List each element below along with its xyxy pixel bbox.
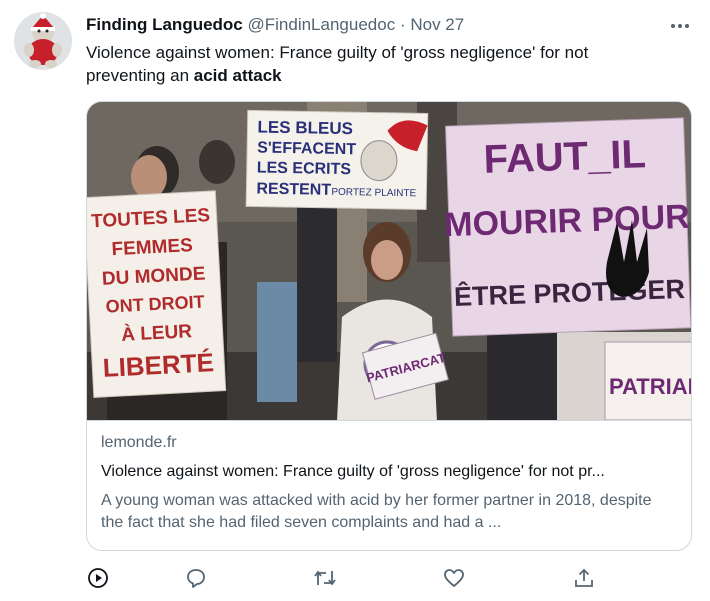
play-icon bbox=[88, 568, 108, 588]
share-icon bbox=[575, 568, 593, 587]
sign-top-line-1: LES BLEUS bbox=[257, 118, 353, 139]
like-icon bbox=[444, 569, 464, 587]
share-button[interactable] bbox=[570, 564, 598, 592]
sign-left-line-5: À LEUR bbox=[121, 320, 193, 346]
reply-icon bbox=[187, 569, 205, 588]
protest-photo: TOUTES LES FEMMES DU MONDE ONT DROIT À L… bbox=[87, 102, 691, 422]
author-handle[interactable]: @FindinLanguedoc bbox=[248, 15, 396, 34]
sign-left-line-6: LIBERTÉ bbox=[102, 347, 215, 383]
play-button[interactable] bbox=[84, 564, 112, 592]
retweet-button[interactable] bbox=[311, 564, 339, 592]
tweet-text-main: Violence against women: France guilty of… bbox=[86, 43, 589, 85]
sign-top-line-3: LES ECRITS bbox=[257, 160, 352, 179]
tweet-header: Finding Languedoc @FindinLanguedoc · Nov… bbox=[86, 15, 690, 37]
like-button[interactable] bbox=[440, 564, 468, 592]
sign-left-line-2: FEMMES bbox=[111, 235, 193, 260]
more-options-button[interactable] bbox=[668, 14, 692, 38]
reply-button[interactable] bbox=[182, 564, 210, 592]
tweet-text-bold: acid attack bbox=[193, 66, 282, 85]
tweet-date[interactable]: Nov 27 bbox=[410, 15, 464, 34]
tweet[interactable]: Finding Languedoc @FindinLanguedoc · Nov… bbox=[0, 0, 710, 601]
author-name[interactable]: Finding Languedoc bbox=[86, 15, 243, 34]
card-title[interactable]: Violence against women: France guilty of… bbox=[101, 463, 671, 485]
tweet-text: Violence against women: France guilty of… bbox=[86, 41, 646, 87]
card-description: A young woman was attacked with acid by … bbox=[101, 492, 652, 531]
header-separator: · bbox=[399, 15, 406, 34]
sign-top-line-5: PORTEZ PLAINTE bbox=[331, 187, 416, 199]
sign-right-small: PATRIARCA bbox=[609, 374, 691, 399]
avatar-teddy-bear-image bbox=[14, 12, 72, 70]
more-dots-icon bbox=[671, 24, 689, 28]
card-domain: lemonde.fr bbox=[101, 434, 177, 451]
card-body: lemonde.fr Violence against women: Franc… bbox=[101, 434, 677, 534]
sign-top-line-4: RESTENT bbox=[256, 181, 331, 199]
card-image[interactable]: TOUTES LES FEMMES DU MONDE ONT DROIT À L… bbox=[87, 102, 691, 422]
retweet-icon bbox=[314, 570, 336, 586]
avatar[interactable] bbox=[14, 12, 72, 70]
sign-right-line-1: FAUT_IL bbox=[483, 132, 647, 182]
action-bar bbox=[84, 564, 604, 592]
sign-top-line-2: S'EFFACENT bbox=[257, 140, 356, 159]
link-card[interactable]: TOUTES LES FEMMES DU MONDE ONT DROIT À L… bbox=[86, 101, 692, 551]
